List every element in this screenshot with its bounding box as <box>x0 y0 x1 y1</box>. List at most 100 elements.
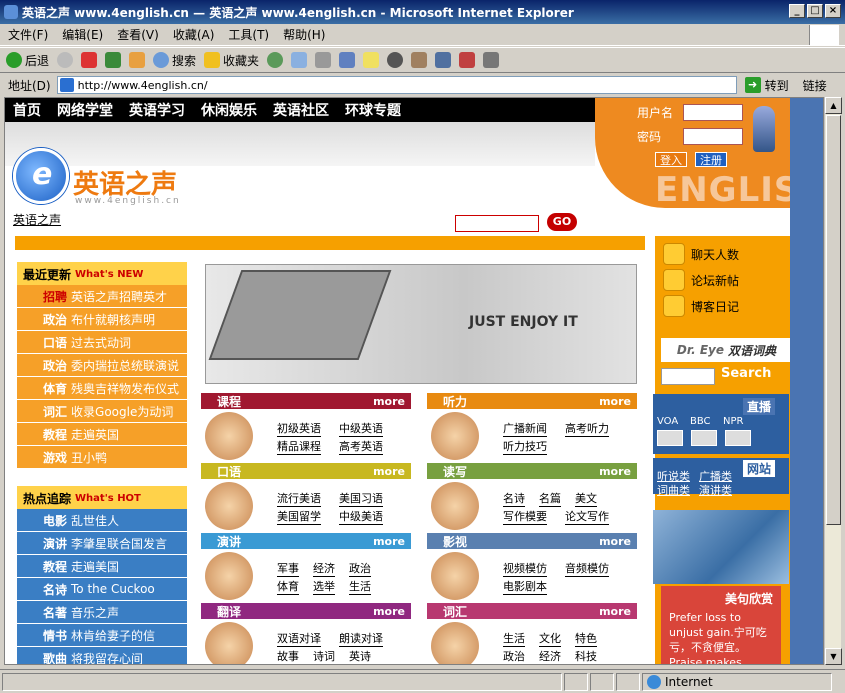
cat-link[interactable]: 故事 <box>277 648 299 664</box>
cat-header-speech[interactable]: 演讲 more <box>201 533 411 549</box>
more-link[interactable]: more <box>373 605 405 618</box>
menu-file[interactable]: 文件(F) <box>8 26 48 43</box>
cat-link[interactable]: 体育 <box>277 578 299 595</box>
stop-icon[interactable] <box>81 52 98 68</box>
play-npr-button[interactable] <box>725 430 751 446</box>
address-input[interactable]: http://www.4english.cn/ <box>56 76 737 94</box>
list-item[interactable]: 歌曲 将我留存心间 <box>17 647 187 664</box>
minimize-button[interactable]: _ <box>789 4 805 18</box>
cat-link[interactable]: 英诗 <box>349 648 371 664</box>
cat-link[interactable]: 精品课程 <box>277 438 321 455</box>
list-item[interactable]: 名诗 To the Cuckoo <box>17 578 187 600</box>
search-button[interactable]: 搜索 <box>153 52 196 69</box>
book-icon[interactable] <box>435 52 452 68</box>
list-item[interactable]: 名著 音乐之声 <box>17 601 187 623</box>
cat-link[interactable]: 政治 <box>349 560 371 577</box>
web-link[interactable]: 词曲类 <box>657 482 690 498</box>
cat-link[interactable]: 视频模仿 <box>503 560 547 577</box>
cat-link[interactable]: 特色 <box>575 630 597 647</box>
more-link[interactable]: more <box>599 535 631 548</box>
cat-link[interactable]: 论文写作 <box>565 508 609 525</box>
list-item[interactable]: 游戏 丑小鸭 <box>17 446 187 468</box>
nav-school[interactable]: 网络学堂 <box>57 100 113 120</box>
cat-link[interactable]: 经济 <box>313 560 335 577</box>
nav-global[interactable]: 环球专题 <box>345 100 401 120</box>
cat-link[interactable]: 初级英语 <box>277 420 321 437</box>
cat-link[interactable]: 听力技巧 <box>503 438 547 455</box>
list-item[interactable]: 演讲 李肇星联合国发言 <box>17 532 187 554</box>
cat-header-course[interactable]: 课程 more <box>201 393 411 409</box>
list-item[interactable]: 政治 布什就朝核声明 <box>17 308 187 330</box>
maximize-button[interactable]: □ <box>807 4 823 18</box>
favorites-button[interactable]: 收藏夹 <box>204 52 259 69</box>
list-item[interactable]: 教程 走遍英国 <box>17 423 187 445</box>
blog-link[interactable]: 博客日记 <box>663 295 739 317</box>
cat-link[interactable]: 美国留学 <box>277 508 321 525</box>
list-item[interactable]: 体育 残奥吉祥物发布仪式 <box>17 377 187 399</box>
back-button[interactable]: 后退 <box>6 52 49 69</box>
list-item[interactable]: 政治 委内瑞拉总统联演说 <box>17 354 187 376</box>
menu-favorites[interactable]: 收藏(A) <box>173 26 215 43</box>
cat-header-vocab[interactable]: 词汇 more <box>427 603 637 619</box>
menu-view[interactable]: 查看(V) <box>117 26 159 43</box>
list-item[interactable]: 教程 走遍美国 <box>17 555 187 577</box>
home-icon[interactable] <box>129 52 146 68</box>
more-link[interactable]: more <box>373 535 405 548</box>
cat-link[interactable]: 美国习语 <box>339 490 383 507</box>
chat-link[interactable]: 聊天人数 <box>663 243 739 265</box>
cat-link[interactable]: 名篇 <box>539 490 561 507</box>
scroll-thumb[interactable] <box>826 115 841 525</box>
web-link[interactable]: 演讲类 <box>699 482 732 498</box>
nav-community[interactable]: 英语社区 <box>273 100 329 120</box>
cat-link[interactable]: 政治 <box>503 648 525 664</box>
cat-link[interactable]: 朗读对译 <box>339 630 383 647</box>
research-icon[interactable] <box>411 52 428 68</box>
scroll-up-icon[interactable]: ▲ <box>825 97 842 114</box>
cat-link[interactable]: 广播新闻 <box>503 420 547 437</box>
cat-link[interactable]: 文化 <box>539 630 561 647</box>
breadcrumb[interactable]: 英语之声 <box>13 211 61 228</box>
register-button[interactable]: 注册 <box>695 152 727 167</box>
more-link[interactable]: more <box>373 465 405 478</box>
go-button[interactable]: ➜ 转到 <box>744 77 789 94</box>
forum-link[interactable]: 论坛新帖 <box>663 269 739 291</box>
play-voa-button[interactable] <box>657 430 683 446</box>
list-item[interactable]: 情书 林肯给妻子的信 <box>17 624 187 646</box>
cat-header-film[interactable]: 影视 more <box>427 533 637 549</box>
cat-link[interactable]: 写作模要 <box>503 508 547 525</box>
password-input[interactable] <box>683 128 743 145</box>
nav-home[interactable]: 首页 <box>13 100 41 120</box>
more-link[interactable]: more <box>599 605 631 618</box>
links-label[interactable]: 链接 <box>803 77 827 94</box>
tech-image[interactable] <box>653 510 789 584</box>
site-logo-icon[interactable]: e <box>13 148 69 204</box>
cat-link[interactable]: 中级英语 <box>339 420 383 437</box>
list-item[interactable]: 口语 过去式动词 <box>17 331 187 353</box>
cat-link[interactable]: 生活 <box>503 630 525 647</box>
play-bbc-button[interactable] <box>691 430 717 446</box>
mail-icon[interactable] <box>291 52 308 68</box>
nav-study[interactable]: 英语学习 <box>129 100 185 120</box>
cat-link[interactable]: 双语对译 <box>277 630 321 647</box>
cat-link[interactable]: 经济 <box>539 648 561 664</box>
cat-link[interactable]: 科技 <box>575 648 597 664</box>
cat-link[interactable]: 高考听力 <box>565 420 609 437</box>
site-search-input[interactable] <box>455 215 539 232</box>
cat-link[interactable]: 军事 <box>277 560 299 577</box>
cat-link[interactable]: 诗词 <box>313 648 335 664</box>
cat-header-reading[interactable]: 读写 more <box>427 463 637 479</box>
menu-help[interactable]: 帮助(H) <box>283 26 325 43</box>
tool-icon[interactable] <box>459 52 476 68</box>
site-search-button[interactable]: GO <box>547 213 577 231</box>
cat-link[interactable]: 高考英语 <box>339 438 383 455</box>
forward-arrow-icon[interactable] <box>57 52 74 68</box>
cat-link[interactable]: 流行美语 <box>277 490 321 507</box>
list-item[interactable]: 电影 乱世佳人 <box>17 509 187 531</box>
scroll-down-icon[interactable]: ▼ <box>825 648 842 665</box>
login-button[interactable]: 登入 <box>655 152 687 167</box>
dictionary-input[interactable] <box>661 368 715 385</box>
cat-link[interactable]: 生活 <box>349 578 371 595</box>
history-icon[interactable] <box>267 52 284 68</box>
messenger-icon[interactable] <box>387 52 404 68</box>
vertical-scrollbar[interactable]: ▲ ▼ <box>824 97 842 665</box>
